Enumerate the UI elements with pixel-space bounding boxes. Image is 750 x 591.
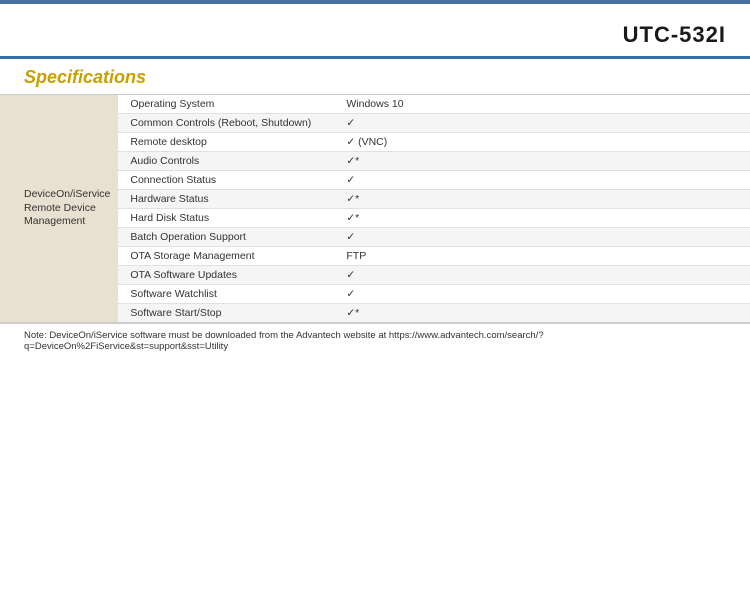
product-title: UTC-532I [623, 22, 726, 47]
value-cell: Windows 10 [338, 95, 750, 114]
note-row: Note: DeviceOn/iService software must be… [0, 323, 750, 358]
top-section: UTC-532I [0, 4, 750, 56]
value-cell: ✓* [338, 152, 750, 171]
value-cell: ✓ [338, 171, 750, 190]
feature-cell: Software Watchlist [118, 285, 338, 304]
feature-cell: OTA Software Updates [118, 266, 338, 285]
feature-cell: Software Start/Stop [118, 304, 338, 323]
note-text: Note: DeviceOn/iService software must be… [24, 330, 544, 352]
value-cell: ✓* [338, 304, 750, 323]
value-cell: ✓ [338, 285, 750, 304]
feature-cell: Operating System [118, 95, 338, 114]
feature-cell: Batch Operation Support [118, 228, 338, 247]
value-cell: ✓ [338, 114, 750, 133]
value-cell: FTP [338, 247, 750, 266]
value-cell: ✓ [338, 228, 750, 247]
value-cell: ✓* [338, 209, 750, 228]
feature-cell: Hardware Status [118, 190, 338, 209]
feature-cell: Audio Controls [118, 152, 338, 171]
feature-cell: Remote desktop [118, 133, 338, 152]
value-cell: ✓ [338, 266, 750, 285]
specs-table: DeviceOn/iServiceRemote Device Managemen… [0, 95, 750, 323]
feature-cell: Common Controls (Reboot, Shutdown) [118, 114, 338, 133]
feature-cell: OTA Storage Management [118, 247, 338, 266]
category-cell: DeviceOn/iServiceRemote Device Managemen… [0, 95, 118, 323]
value-cell: ✓ (VNC) [338, 133, 750, 152]
specs-heading: Specifications [0, 59, 750, 95]
feature-cell: Hard Disk Status [118, 209, 338, 228]
feature-cell: Connection Status [118, 171, 338, 190]
table-row: DeviceOn/iServiceRemote Device Managemen… [0, 95, 750, 114]
value-cell: ✓* [338, 190, 750, 209]
